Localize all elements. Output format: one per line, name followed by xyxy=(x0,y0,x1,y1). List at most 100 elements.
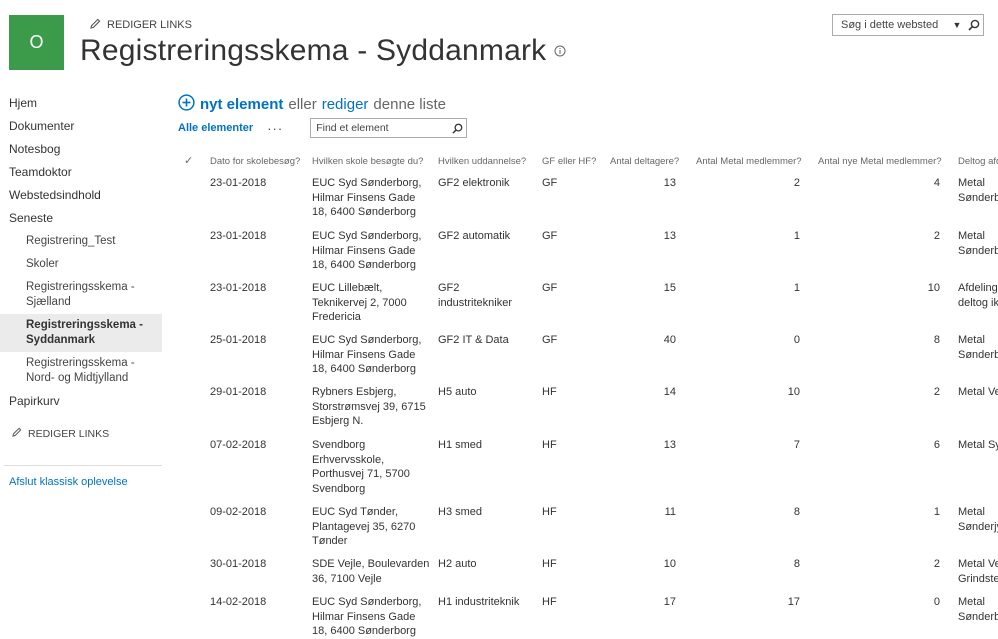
new-item-bar: nyt element eller rediger denne liste xyxy=(178,94,446,115)
nav-recent-item[interactable]: Skoler xyxy=(0,253,162,276)
cell-school: EUC Syd Sønderborg, Hilmar Finsens Gade … xyxy=(312,230,422,271)
table-row[interactable]: 30-01-2018 SDE Vejle, Boulevarden 36, 710… xyxy=(176,557,998,595)
cell-dept: Metal Sydfyn xyxy=(958,439,998,451)
table-row[interactable]: 23-01-2018 EUC Syd Sønderborg, Hilmar Fin… xyxy=(176,229,998,281)
nav-item-teamdoktor[interactable]: Teamdoktor xyxy=(0,161,162,184)
cell-school: SDE Vejle, Boulevarden 36, 7100 Vejle xyxy=(312,558,430,585)
table-row[interactable]: 07-02-2018 Svendborg Erhvervsskole, Porth… xyxy=(176,438,998,505)
nav-recent-item[interactable]: Registrering_Test xyxy=(0,230,162,253)
cell-participants: 40 xyxy=(663,334,676,346)
cell-date: 09-02-2018 xyxy=(210,506,267,518)
view-all-items-tab[interactable]: Alle elementer xyxy=(178,122,253,134)
info-icon[interactable] xyxy=(554,45,566,57)
logo-letter: O xyxy=(29,32,44,52)
cell-new-members: 10 xyxy=(927,282,940,294)
cell-dept: Afdelingen deltog ikke xyxy=(958,282,998,309)
column-header[interactable]: Antal deltagere? xyxy=(610,156,679,167)
table-row[interactable]: 29-01-2018 Rybners Esbjerg, Storstrømsvej… xyxy=(176,385,998,438)
cell-edu: GF2 IT & Data xyxy=(438,334,509,346)
cell-members: 8 xyxy=(793,506,800,518)
cell-edu: H3 smed xyxy=(438,506,483,518)
cell-new-members: 8 xyxy=(933,334,940,346)
list-table: ✓ Dato for skolebesøg? Hvilken skole besøg… xyxy=(176,148,998,639)
cell-members: 1 xyxy=(793,230,800,242)
table-row[interactable]: 23-01-2018 EUC Syd Sønderborg, Hilmar Fin… xyxy=(176,176,998,229)
cell-date: 23-01-2018 xyxy=(210,282,267,294)
cell-edu: GF2 elektronik xyxy=(438,177,510,189)
find-item-input[interactable] xyxy=(311,122,449,134)
site-search-input[interactable] xyxy=(833,19,949,31)
nav-item-seneste[interactable]: Seneste xyxy=(0,207,162,230)
this-list-text: denne liste xyxy=(373,96,446,113)
exit-classic-link[interactable]: Afslut klassisk oplevelse xyxy=(0,476,162,488)
new-item-link[interactable]: nyt element xyxy=(200,96,283,113)
pencil-icon xyxy=(12,427,22,440)
cell-gf: GF xyxy=(542,230,558,242)
cell-school: EUC Syd Tønder, Plantagevej 35, 6270 Tøn… xyxy=(312,506,416,547)
search-icon[interactable] xyxy=(448,123,466,134)
add-circle-icon[interactable] xyxy=(178,94,195,115)
cell-members: 10 xyxy=(787,386,800,398)
cell-gf: HF xyxy=(542,439,557,451)
cell-dept: Metal Sønderborg xyxy=(958,177,998,204)
edit-links-nav-label: REDIGER LINKS xyxy=(28,427,110,440)
cell-school: EUC Lillebælt, Teknikervej 2, 7000 Frede… xyxy=(312,282,407,323)
cell-participants: 14 xyxy=(663,386,676,398)
table-row[interactable]: 09-02-2018 EUC Syd Tønder, Plantagevej 35… xyxy=(176,505,998,557)
view-selector-bar: Alle elementer ··· xyxy=(178,118,468,138)
nav-divider xyxy=(4,465,162,466)
more-options-icon[interactable]: ··· xyxy=(267,121,283,136)
cell-date: 14-02-2018 xyxy=(210,596,267,608)
column-header[interactable]: Deltog afdelingen? xyxy=(958,156,998,167)
site-search: ▼ xyxy=(832,14,984,36)
table-row[interactable]: 25-01-2018 EUC Syd Sønderborg, Hilmar Fin… xyxy=(176,333,998,385)
nav-recent-item[interactable]: Registreringsskema - Sjælland xyxy=(0,276,162,314)
cell-edu: H1 smed xyxy=(438,439,483,451)
cell-participants: 10 xyxy=(663,558,676,570)
column-header[interactable]: Hvilken uddannelse? xyxy=(438,156,526,167)
column-header[interactable]: Hvilken skole besøgte du? xyxy=(312,156,423,167)
chevron-down-icon[interactable]: ▼ xyxy=(949,20,965,30)
cell-gf: HF xyxy=(542,558,557,570)
cell-date: 23-01-2018 xyxy=(210,177,267,189)
cell-edu: H2 auto xyxy=(438,558,477,570)
cell-participants: 13 xyxy=(663,230,676,242)
cell-date: 30-01-2018 xyxy=(210,558,267,570)
column-header[interactable]: GF eller HF? xyxy=(542,156,596,167)
cell-school: EUC Syd Sønderborg, Hilmar Finsens Gade … xyxy=(312,596,422,637)
cell-date: 23-01-2018 xyxy=(210,230,267,242)
cell-gf: HF xyxy=(542,596,557,608)
column-header[interactable]: Antal nye Metal medlemmer? xyxy=(818,156,942,167)
cell-edu: GF2 automatik xyxy=(438,230,511,242)
search-icon[interactable] xyxy=(965,19,983,31)
nav-recent-item[interactable]: Registreringsskema - Nord- og Midtjyllan… xyxy=(0,352,162,390)
site-logo[interactable]: O xyxy=(9,15,64,70)
cell-new-members: 1 xyxy=(933,506,940,518)
cell-participants: 11 xyxy=(664,506,676,518)
select-all-checkmark-icon[interactable]: ✓ xyxy=(184,154,193,167)
cell-edu: GF2 industritekniker xyxy=(438,282,512,309)
page-title: Registreringsskema - Syddanmark xyxy=(80,34,566,68)
cell-gf: GF xyxy=(542,334,558,346)
edit-links-top-button[interactable]: REDIGER LINKS xyxy=(90,18,192,32)
quick-launch-nav: Hjem Dokumenter Notesbog Teamdoktor Websteds… xyxy=(0,92,162,488)
nav-item-notesbog[interactable]: Notesbog xyxy=(0,138,162,161)
nav-item-dokumenter[interactable]: Dokumenter xyxy=(0,115,162,138)
cell-dept: Metal Sønderjylland xyxy=(958,506,998,533)
cell-members: 1 xyxy=(793,282,800,294)
table-row[interactable]: 14-02-2018 EUC Syd Sønderborg, Hilmar Fin… xyxy=(176,595,998,639)
nav-item-webstedsindhold[interactable]: Webstedsindhold xyxy=(0,184,162,207)
cell-new-members: 2 xyxy=(933,558,940,570)
cell-school: EUC Syd Sønderborg, Hilmar Finsens Gade … xyxy=(312,177,422,218)
nav-item-hjem[interactable]: Hjem xyxy=(0,92,162,115)
site-title-text[interactable]: Registreringsskema - Syddanmark xyxy=(80,34,546,68)
edit-list-link[interactable]: rediger xyxy=(322,96,369,113)
nav-item-trash[interactable]: Papirkurv xyxy=(0,390,162,413)
column-header[interactable]: Antal Metal medlemmer? xyxy=(696,156,802,167)
edit-links-nav-button[interactable]: REDIGER LINKS xyxy=(0,427,162,440)
nav-recent-item[interactable]: Registreringsskema - Syddanmark xyxy=(0,314,162,352)
or-text: eller xyxy=(288,96,317,113)
table-row[interactable]: 23-01-2018 EUC Lillebælt, Teknikervej 2, … xyxy=(176,281,998,333)
cell-edu: H5 auto xyxy=(438,386,477,398)
column-header[interactable]: Dato for skolebesøg? xyxy=(210,156,300,167)
